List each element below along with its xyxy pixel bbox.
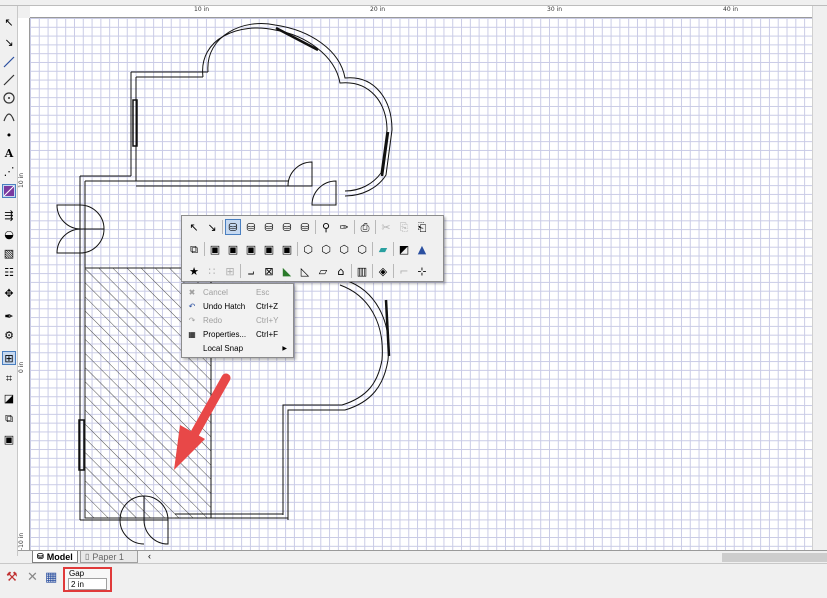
snap-grid-icon[interactable]: ⊞ xyxy=(2,351,16,365)
menu-item-cancel[interactable]: ✖ Cancel Esc xyxy=(182,286,293,300)
extrude-icon[interactable]: ⧉ xyxy=(186,241,202,257)
vertical-scrollbar[interactable] xyxy=(812,6,827,550)
paper-icon: ▯ xyxy=(85,551,90,561)
layer-tool-icon[interactable]: ◪ xyxy=(2,391,16,405)
edit-nodes-icon[interactable]: ↘ xyxy=(2,35,16,49)
popup-tool-palette: ↖ ↘ ⛁ ⛁ ⛁ ⛁ ⛁ ⚲ ✑ ⎙ ✂ ⎘ ⎗ ⧉ ▣ ▣ ▣ ▣ ▣ ⬡ … xyxy=(181,215,444,282)
polyline-tool-icon[interactable] xyxy=(2,73,16,87)
close-icon[interactable]: ✕ xyxy=(27,570,41,586)
align-tool-icon[interactable]: ⇶ xyxy=(2,208,16,222)
menu-item-properties[interactable]: ▦ Properties... Ctrl+F xyxy=(182,328,293,342)
zoom-icon[interactable]: ⚲ xyxy=(318,219,334,235)
hatch-pattern-icon[interactable]: ⛁ xyxy=(243,219,259,235)
ruler-label: 20 in xyxy=(370,6,386,13)
drawing-canvas[interactable] xyxy=(30,18,812,550)
ruler-label: 10 in xyxy=(194,6,210,13)
inspector-bar: ⚒ ✕ ▦ Gap xyxy=(0,563,827,598)
eyedropper-icon[interactable]: ✑ xyxy=(336,219,352,235)
gap-field-group: Gap xyxy=(63,567,112,592)
hatch-bitmap-icon[interactable]: ⛁ xyxy=(297,219,313,235)
cube-icon[interactable]: ⬡ xyxy=(300,241,316,257)
circle-tool-icon[interactable] xyxy=(2,91,16,105)
settings-gear-icon[interactable]: ⚙ xyxy=(2,328,16,342)
box-back-icon[interactable]: ▣ xyxy=(261,241,277,257)
submenu-arrow-icon: ▶ xyxy=(282,346,287,352)
ruler-label: 30 in xyxy=(547,6,563,13)
hatch-grey-icon[interactable]: ⛁ xyxy=(225,219,241,235)
eraser-tool-icon[interactable]: ▧ xyxy=(2,246,16,260)
gap-input[interactable] xyxy=(68,578,107,590)
pen-tool-icon[interactable]: ✒ xyxy=(2,309,16,323)
hatch-solid-icon[interactable]: ⛁ xyxy=(261,219,277,235)
arc-tool-icon[interactable] xyxy=(2,109,16,123)
line-tool-icon[interactable] xyxy=(2,55,16,69)
tab-scroll-left-icon[interactable]: ‹ xyxy=(148,551,151,561)
select-arrow-icon[interactable]: ↖ xyxy=(186,219,202,235)
tab-model[interactable]: ⛁ Model xyxy=(32,551,78,563)
model-icon: ⛁ xyxy=(37,551,44,561)
horizontal-ruler: 10 in 20 in 30 in 40 in xyxy=(30,6,812,18)
wall-icon[interactable]: ▱ xyxy=(315,263,331,279)
section-icon[interactable]: ◩ xyxy=(396,241,412,257)
hatch-gradient-icon[interactable]: ⛁ xyxy=(279,219,295,235)
plane-icon[interactable]: ▰ xyxy=(375,241,391,257)
ruler-label: 10 in xyxy=(18,172,25,188)
revolve-icon[interactable]: ★ xyxy=(186,263,202,279)
tab-paper-1[interactable]: ▯ Paper 1 xyxy=(80,551,138,563)
cube-left-icon[interactable]: ⬡ xyxy=(336,241,352,257)
edit-nodes-icon[interactable]: ↘ xyxy=(204,219,220,235)
terrain-icon[interactable]: ◣ xyxy=(279,263,295,279)
copy-icon[interactable]: ⎘ xyxy=(396,219,412,235)
menu-item-undo-hatch[interactable]: ↶ Undo Hatch Ctrl+Z xyxy=(182,300,293,314)
dimension-tool-icon[interactable]: ⋰ xyxy=(2,164,16,178)
text-tool-icon[interactable]: A xyxy=(2,146,16,160)
box-side-icon[interactable]: ▣ xyxy=(279,241,295,257)
array-icon[interactable]: ∷ xyxy=(204,263,220,279)
box-icon[interactable]: ▣ xyxy=(207,241,223,257)
redo-icon: ↷ xyxy=(188,316,196,325)
select-arrow-icon[interactable]: ↖ xyxy=(2,15,16,29)
cancel-icon: ✖ xyxy=(188,288,196,297)
ruler-label: 40 in xyxy=(723,6,739,13)
box-open-icon[interactable]: ▣ xyxy=(225,241,241,257)
floor-icon[interactable]: ▥ xyxy=(354,263,370,279)
cube-right-icon[interactable]: ⬡ xyxy=(354,241,370,257)
vertical-ruler: 10 in 0 in -10 in xyxy=(18,18,30,550)
paint-icon[interactable]: ◈ xyxy=(375,263,391,279)
horizontal-scrollbar-thumb[interactable] xyxy=(722,553,827,562)
align-plus-icon[interactable]: ⊹ xyxy=(414,263,430,279)
cut-icon[interactable]: ✂ xyxy=(378,219,394,235)
dimension-icon[interactable]: ⌐ xyxy=(396,263,412,279)
step-icon[interactable]: ⨼ xyxy=(243,263,259,279)
slope-icon[interactable]: ◺ xyxy=(297,263,313,279)
hatch-settings-icon[interactable]: ⚒ xyxy=(6,570,22,586)
print-icon[interactable]: ⎙ xyxy=(357,219,373,235)
menu-item-local-snap[interactable]: Local Snap ▶ xyxy=(182,342,293,356)
ruler-label: 0 in xyxy=(18,361,25,373)
cone-icon[interactable]: ▲ xyxy=(414,241,430,257)
paste-icon[interactable]: ⎗ xyxy=(414,219,430,235)
move-tool-icon[interactable]: ✥ xyxy=(2,286,16,300)
gap-label: Gap xyxy=(69,569,85,578)
cube-top-icon[interactable]: ⬡ xyxy=(318,241,334,257)
undo-icon: ↶ xyxy=(188,302,196,311)
mirror-icon[interactable]: ⊞ xyxy=(222,263,238,279)
sheet-tab-bar: ⛁ Model ▯ Paper 1 ‹ xyxy=(18,550,827,563)
context-menu: ✖ Cancel Esc ↶ Undo Hatch Ctrl+Z ↷ Redo … xyxy=(181,283,294,358)
snap-object-icon[interactable]: ⌗ xyxy=(2,371,16,385)
group-tool-icon[interactable]: ⧉ xyxy=(2,411,16,425)
point-tool-icon[interactable]: • xyxy=(2,128,16,142)
sphere-tool-icon[interactable]: ◒ xyxy=(2,227,16,241)
box-front-icon[interactable]: ▣ xyxy=(243,241,259,257)
hatch-tool-icon[interactable] xyxy=(2,184,16,198)
properties-icon: ▦ xyxy=(188,330,196,339)
table-icon[interactable]: ▦ xyxy=(45,570,59,586)
view-tool-icon[interactable]: ▣ xyxy=(2,432,16,446)
wedge-icon[interactable]: ⊠ xyxy=(261,263,277,279)
drawing-toolbar: ↖ ↘ • A ⋰ ⇶ ◒ ▧ ☷ ✥ ✒ ⚙ ⊞ ⌗ ◪ ⧉ ▣ xyxy=(0,6,18,556)
menu-item-redo[interactable]: ↷ Redo Ctrl+Y xyxy=(182,314,293,328)
ruler-label: -10 in xyxy=(18,532,25,550)
roof-icon[interactable]: ⌂ xyxy=(333,263,349,279)
grid-tool-icon[interactable]: ☷ xyxy=(2,265,16,279)
